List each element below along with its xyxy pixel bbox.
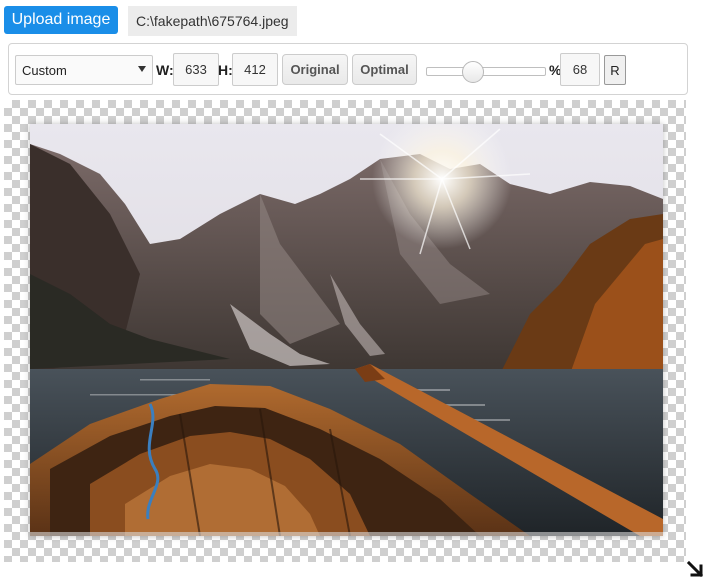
preset-selected-value: Custom bbox=[22, 62, 67, 78]
preset-select[interactable]: Custom bbox=[15, 55, 153, 85]
percent-input[interactable]: 68 bbox=[560, 53, 600, 86]
width-label: W: bbox=[156, 62, 174, 78]
height-input[interactable]: 412 bbox=[232, 53, 278, 86]
image-canvas bbox=[4, 100, 686, 562]
optimal-size-button[interactable]: Optimal bbox=[352, 54, 417, 85]
scale-slider-track[interactable] bbox=[426, 67, 546, 76]
width-input[interactable]: 633 bbox=[173, 53, 219, 86]
resize-handle-icon[interactable] bbox=[686, 560, 706, 580]
lake-boat-photo bbox=[30, 124, 663, 536]
scale-slider-thumb[interactable] bbox=[462, 61, 484, 83]
original-size-button[interactable]: Original bbox=[282, 54, 348, 85]
file-path-label: C:\fakepath\675764.jpeg bbox=[128, 6, 297, 36]
reset-button[interactable]: R bbox=[604, 55, 626, 85]
chevron-down-icon bbox=[138, 66, 146, 72]
height-label: H: bbox=[218, 62, 233, 78]
resize-toolbar: Custom W: 633 H: 412 Original Optimal % … bbox=[8, 43, 688, 95]
upload-image-button[interactable]: Upload image bbox=[4, 6, 118, 34]
preview-image bbox=[30, 124, 663, 536]
